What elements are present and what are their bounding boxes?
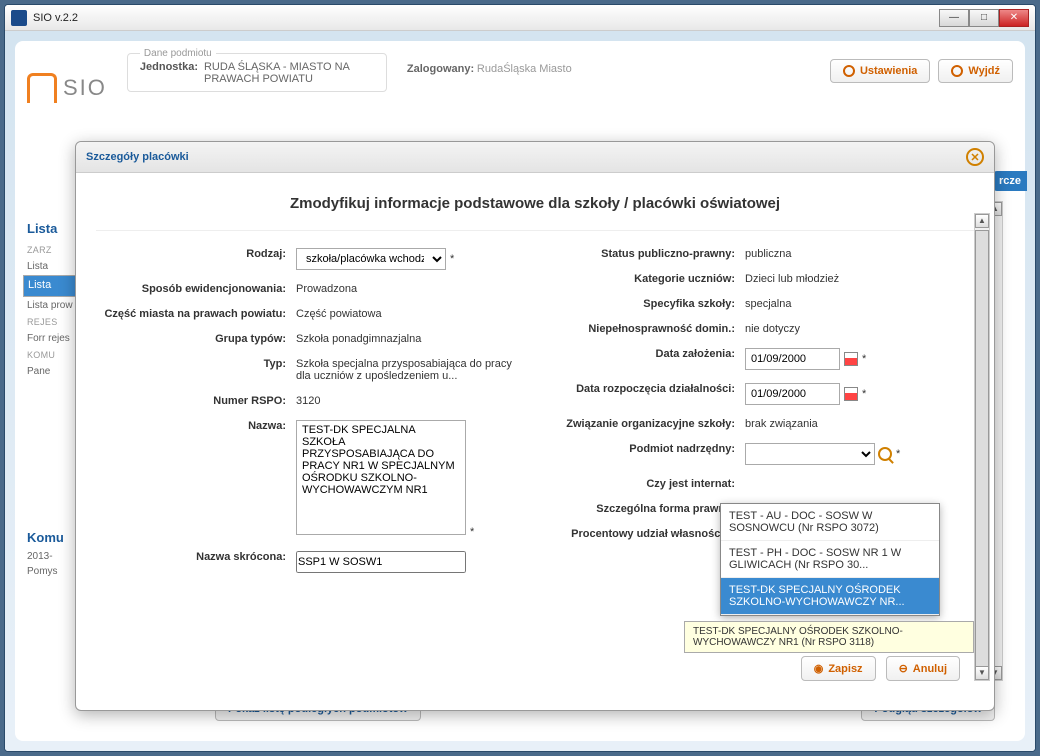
section-komunikaty: Komu (27, 530, 82, 545)
modal-heading: Zmodyfikuj informacje podstawowe dla szk… (96, 187, 974, 231)
field-label: Nazwa: (96, 417, 296, 432)
left-sidebar: Lista ZARZ Lista Lista Lista prow REJES … (27, 221, 82, 577)
field-label: Czy jest internat: (545, 475, 745, 490)
field-value (745, 475, 974, 478)
modal-szczegoly: Szczegóły placówki ✕ Zmodyfikuj informac… (75, 141, 995, 711)
date-input[interactable] (745, 383, 840, 405)
app-icon (11, 10, 27, 26)
field-value: nie dotyczy (745, 320, 974, 335)
podmiot-dropdown: TEST - AU - DOC - SOSW W SOSNOWCU (Nr RS… (720, 503, 940, 616)
logo: SIO (27, 73, 107, 103)
search-icon[interactable] (878, 447, 892, 461)
gear-icon (843, 65, 855, 77)
wyjdz-button[interactable]: Wyjdź (938, 59, 1013, 83)
field-value: Szkoła specjalna przysposabiająca do pra… (296, 355, 525, 382)
modal-titlebar: Szczegóły placówki ✕ (76, 142, 994, 173)
zapisz-button[interactable]: ◉Zapisz (801, 656, 876, 681)
field-label: Część miasta na prawach powiatu: (96, 305, 296, 320)
field-label: Grupa typów: (96, 330, 296, 345)
dane-title: Dane podmiotu (140, 48, 216, 59)
field-value: Część powiatowa (296, 305, 525, 320)
nav-item[interactable]: Forr rejes (27, 330, 82, 347)
form-left-column: Rodzaj:szkoła/placówka wchodząc*Sposób e… (96, 245, 525, 583)
modal-scrollbar[interactable]: ▲ ▼ (974, 213, 990, 681)
scroll-up-icon[interactable]: ▲ (975, 214, 989, 228)
date-input[interactable] (745, 348, 840, 370)
field-label: Rodzaj: (96, 245, 296, 260)
kom-date: 2013- (27, 551, 82, 562)
login-info: Zalogowany: RudaŚląska Miasto (407, 63, 572, 75)
field-value: Dzieci lub młodzież (745, 270, 974, 285)
podmiot-select[interactable] (745, 443, 875, 465)
exit-icon (951, 65, 963, 77)
scroll-thumb[interactable] (975, 230, 989, 670)
close-button[interactable]: ✕ (999, 9, 1029, 27)
dropdown-item[interactable]: TEST - PH - DOC - SOSW NR 1 W GLIWICACH … (721, 541, 939, 578)
field-label: Podmiot nadrzędny: (545, 440, 745, 455)
app-body: SIO Dane podmiotu Jednostka:RUDA ŚLĄSKA … (5, 31, 1035, 751)
field-value: specjalna (745, 295, 974, 310)
dane-panel: Dane podmiotu Jednostka:RUDA ŚLĄSKA - MI… (127, 53, 387, 92)
rodzaj-select[interactable]: szkoła/placówka wchodząc (296, 248, 446, 270)
jednostka-label: Jednostka: (140, 61, 198, 85)
nazwa-textarea[interactable]: TEST-DK SPECJALNA SZKOŁA PRZYSPOSABIAJĄC… (296, 420, 466, 535)
nav-zarz[interactable]: ZARZ (27, 242, 82, 258)
dropdown-item[interactable]: TEST - AU - DOC - SOSW W SOSNOWCU (Nr RS… (721, 504, 939, 541)
field-label: Szczególna forma prawna: (545, 500, 745, 515)
logo-icon (27, 73, 57, 103)
field-label: Niepełnosprawność domin.: (545, 320, 745, 335)
dropdown-tooltip: TEST-DK SPECJALNY OŚRODEK SZKOLNO-WYCHOW… (684, 621, 974, 653)
modal-close-button[interactable]: ✕ (966, 148, 984, 166)
ustawienia-button[interactable]: Ustawienia (830, 59, 930, 83)
anuluj-button[interactable]: ⊖Anuluj (886, 656, 960, 681)
nav-komu[interactable]: KOMU (27, 347, 82, 363)
nav-item[interactable]: Lista prow (27, 297, 82, 314)
scroll-down-icon[interactable]: ▼ (975, 666, 989, 680)
field-label: Nazwa skrócona: (96, 548, 296, 563)
field-value: brak związania (745, 415, 974, 430)
kom-text: Pomys (27, 566, 82, 577)
field-value: Szkoła ponadgimnazjalna (296, 330, 525, 345)
field-label: Status publiczno-prawny: (545, 245, 745, 260)
window-title: SIO v.2.2 (33, 12, 78, 24)
field-value: publiczna (745, 245, 974, 260)
app-window: SIO v.2.2 — □ ✕ SIO Dane podmiotu Jednos… (4, 4, 1036, 752)
field-label: Procentowy udział własności w (545, 525, 745, 540)
field-value: Prowadzona (296, 280, 525, 295)
nazwa-skrocona-input[interactable] (296, 551, 466, 573)
field-label: Specyfika szkoły: (545, 295, 745, 310)
maximize-button[interactable]: □ (969, 9, 999, 27)
logo-text: SIO (63, 75, 107, 101)
tab-fragment: rcze (993, 171, 1027, 191)
jednostka-value: RUDA ŚLĄSKA - MIASTO NA PRAWACH POWIATU (204, 61, 374, 85)
field-label: Kategorie uczniów: (545, 270, 745, 285)
modal-title: Szczegóły placówki (86, 151, 189, 163)
field-label: Data rozpoczęcia działalności: (545, 380, 745, 395)
nav-item[interactable]: Pane (27, 363, 82, 380)
minimize-button[interactable]: — (939, 9, 969, 27)
section-lista: Lista (27, 221, 82, 236)
dropdown-item-highlighted[interactable]: TEST-DK SPECJALNY OŚRODEK SZKOLNO-WYCHOW… (721, 578, 939, 615)
calendar-icon[interactable] (844, 352, 858, 366)
titlebar: SIO v.2.2 — □ ✕ (5, 5, 1035, 31)
field-label: Numer RSPO: (96, 392, 296, 407)
calendar-icon[interactable] (844, 387, 858, 401)
field-label: Data założenia: (545, 345, 745, 360)
nav-item[interactable]: Lista (27, 258, 82, 275)
field-label: Sposób ewidencjonowania: (96, 280, 296, 295)
field-value: 3120 (296, 392, 525, 407)
field-label: Związanie organizacyjne szkoły: (545, 415, 745, 430)
nav-rejes[interactable]: REJES (27, 314, 82, 330)
field-label: Typ: (96, 355, 296, 370)
